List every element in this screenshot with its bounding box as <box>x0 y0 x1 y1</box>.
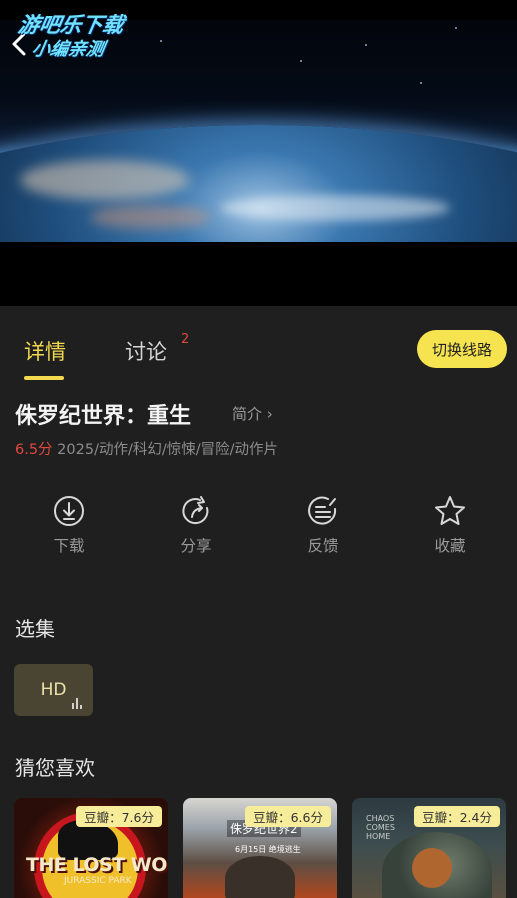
download-icon <box>54 496 84 526</box>
tab-details[interactable]: 详情 <box>24 336 66 380</box>
watermark-logo: 游吧乐下载 小编亲测 <box>11 12 153 66</box>
favorite-button[interactable]: 收藏 <box>410 494 490 556</box>
playing-bar <box>80 705 82 709</box>
recommend-card[interactable]: 侏罗纪世界2 6月15日 绝境逃生 豆瓣：6.6分 <box>183 798 337 898</box>
action-row: 下载 分享 反馈 收藏 <box>0 494 517 564</box>
episodes-heading: 选集 <box>15 617 55 641</box>
recommend-heading: 猜您喜欢 <box>15 756 95 780</box>
video-letterbox <box>0 242 517 306</box>
movie-info: 2025/动作/科幻/惊悚/冒险/动作片 <box>52 442 278 458</box>
share-icon <box>182 496 209 525</box>
download-label: 下载 <box>53 537 85 555</box>
tab-discussion-label: 讨论 <box>125 340 167 364</box>
poster-subtitle: JURASSIC PARK <box>64 876 132 886</box>
playing-bar <box>76 698 78 709</box>
switch-line-button[interactable]: 切换线路 <box>417 330 507 368</box>
movie-score: 6.5分 <box>15 442 53 458</box>
playing-bar <box>72 703 74 709</box>
feedback-label: 反馈 <box>307 537 339 555</box>
recommend-list: THE LOST WORLD JURASSIC PARK 豆瓣：7.6分 侏罗纪… <box>0 798 517 898</box>
video-star <box>455 27 457 29</box>
watermark-line-2: 小编亲测 <box>30 39 106 60</box>
playing-bars-icon <box>72 697 84 709</box>
feedback-icon <box>308 496 337 525</box>
share-button[interactable]: 分享 <box>156 494 236 556</box>
poster-title: CHAOS COMES HOME <box>366 814 395 841</box>
share-label: 分享 <box>180 537 212 555</box>
tab-details-label: 详情 <box>24 340 66 364</box>
video-star <box>300 60 302 62</box>
watermark-line-1: 游吧乐下载 <box>16 13 126 37</box>
recommend-card[interactable]: THE LOST WORLD JURASSIC PARK 豆瓣：7.6分 <box>14 798 168 898</box>
movie-title: 侏罗纪世界：重生 <box>15 404 192 429</box>
douban-score-badge: 豆瓣：6.6分 <box>245 806 331 827</box>
episode-item-hd[interactable]: HD <box>14 664 93 716</box>
tab-discussion[interactable]: 讨论 2 <box>125 332 189 366</box>
douban-score-badge: 豆瓣：2.4分 <box>414 806 500 827</box>
download-button[interactable]: 下载 <box>29 494 109 556</box>
episode-label: HD <box>40 680 67 700</box>
poster-dino <box>225 856 295 898</box>
recommend-card[interactable]: CHAOS COMES HOME 豆瓣：2.4分 <box>352 798 506 898</box>
poster-face <box>412 848 452 888</box>
video-star <box>160 40 162 42</box>
video-cloud <box>220 195 450 221</box>
discussion-count-badge: 2 <box>181 332 190 347</box>
video-star <box>420 82 422 84</box>
poster-title: THE LOST WORLD <box>26 854 168 876</box>
douban-score-badge: 豆瓣：7.6分 <box>76 806 162 827</box>
video-star <box>365 44 367 46</box>
video-cloud <box>90 205 210 229</box>
movie-meta: 6.5分 2025/动作/科幻/惊悚/冒险/动作片 <box>15 438 278 459</box>
intro-link[interactable]: 简介 › <box>232 403 273 424</box>
video-cloud <box>20 160 190 200</box>
feedback-button[interactable]: 反馈 <box>283 494 363 556</box>
tab-active-underline <box>24 376 64 380</box>
poster-subtitle: 6月15日 绝境逃生 <box>235 845 301 854</box>
star-icon <box>435 496 465 525</box>
favorite-label: 收藏 <box>434 537 466 555</box>
